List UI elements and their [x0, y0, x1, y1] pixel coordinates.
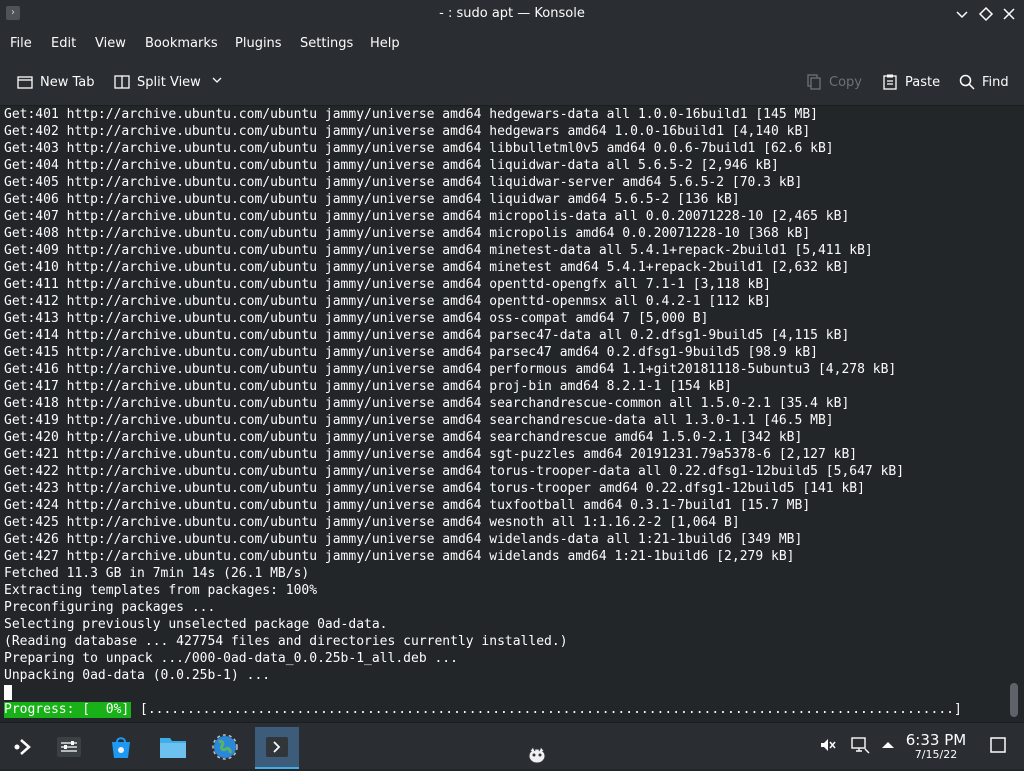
terminal-line: Get:415 http://archive.ubuntu.com/ubuntu…	[4, 345, 818, 360]
discover-store-icon[interactable]	[99, 727, 143, 767]
terminal-line: Get:410 http://archive.ubuntu.com/ubuntu…	[4, 260, 850, 275]
chevron-down-icon[interactable]	[211, 74, 223, 90]
paste-label: Paste	[905, 74, 941, 90]
split-view-button[interactable]: Split View	[113, 70, 223, 94]
menu-bar: File Edit View Bookmarks Plugins Setting…	[0, 29, 1024, 59]
minimize-icon[interactable]	[952, 4, 972, 24]
menu-settings[interactable]: Settings	[300, 36, 353, 51]
menu-help[interactable]: Help	[370, 36, 400, 51]
find-button[interactable]: Find	[958, 70, 1009, 94]
split-view-label: Split View	[137, 74, 201, 90]
terminal-line: Get:416 http://archive.ubuntu.com/ubuntu…	[4, 362, 897, 377]
terminal-line: Get:408 http://archive.ubuntu.com/ubuntu…	[4, 226, 811, 241]
menu-file[interactable]: File	[10, 36, 32, 51]
terminal-line: Get:423 http://archive.ubuntu.com/ubuntu…	[4, 481, 865, 496]
terminal-line: Get:422 http://archive.ubuntu.com/ubuntu…	[4, 464, 905, 479]
terminal-line: Get:420 http://archive.ubuntu.com/ubuntu…	[4, 430, 803, 445]
terminal-line: Get:412 http://archive.ubuntu.com/ubuntu…	[4, 294, 772, 309]
terminal-line: (Reading database ... 427754 files and d…	[4, 634, 568, 649]
search-icon	[958, 73, 976, 91]
menu-edit[interactable]: Edit	[51, 36, 76, 51]
terminal-line: Get:424 http://archive.ubuntu.com/ubuntu…	[4, 498, 811, 513]
file-manager-icon[interactable]	[151, 727, 195, 767]
menu-bookmarks[interactable]: Bookmarks	[145, 36, 218, 51]
terminal-line: Get:417 http://archive.ubuntu.com/ubuntu…	[4, 379, 732, 394]
copy-icon	[805, 73, 823, 91]
terminal-line: Preconfiguring packages ...	[4, 600, 216, 615]
split-view-icon	[113, 73, 131, 91]
terminal-line: Get:406 http://archive.ubuntu.com/ubuntu…	[4, 192, 740, 207]
konsole-icon[interactable]	[255, 727, 299, 769]
new-tab-button[interactable]: New Tab	[16, 70, 95, 94]
new-tab-icon	[16, 73, 34, 91]
terminal-line: Unpacking 0ad-data (0.0.25b-1) ...	[4, 668, 271, 683]
scrollbar-thumb[interactable]	[1010, 683, 1018, 717]
terminal-line: Selecting previously unselected package …	[4, 617, 388, 632]
system-settings-icon[interactable]	[47, 727, 91, 767]
app-launcher-icon[interactable]	[0, 727, 44, 767]
taskbar	[0, 722, 1024, 769]
terminal-line: Get:425 http://archive.ubuntu.com/ubuntu…	[4, 515, 740, 530]
terminal-line: Get:407 http://archive.ubuntu.com/ubuntu…	[4, 209, 850, 224]
terminal-line: Get:409 http://archive.ubuntu.com/ubuntu…	[4, 243, 873, 258]
clock-date[interactable]: 7/15/22	[900, 748, 972, 761]
window-title: - : sudo apt — Konsole	[439, 6, 585, 21]
terminal-area[interactable]: Get:401 http://archive.ubuntu.com/ubuntu…	[0, 106, 1006, 720]
terminal-line: Preparing to unpack .../000-0ad-data_0.0…	[4, 651, 458, 666]
find-label: Find	[982, 74, 1009, 90]
terminal-line: Get:418 http://archive.ubuntu.com/ubuntu…	[4, 396, 850, 411]
terminal-line: Get:413 http://archive.ubuntu.com/ubuntu…	[4, 311, 709, 326]
terminal-line: Get:402 http://archive.ubuntu.com/ubuntu…	[4, 124, 811, 139]
close-icon[interactable]	[999, 4, 1019, 24]
text-cursor	[4, 685, 12, 700]
new-tab-label: New Tab	[40, 74, 95, 90]
terminal-line: Get:403 http://archive.ubuntu.com/ubuntu…	[4, 141, 834, 156]
terminal-line: Get:411 http://archive.ubuntu.com/ubuntu…	[4, 277, 772, 292]
terminal-line: Get:427 http://archive.ubuntu.com/ubuntu…	[4, 549, 795, 564]
menu-plugins[interactable]: Plugins	[235, 36, 282, 51]
expand-tray-icon[interactable]	[878, 735, 898, 755]
maximize-icon[interactable]	[976, 4, 996, 24]
terminal-line: Get:414 http://archive.ubuntu.com/ubuntu…	[4, 328, 850, 343]
paste-icon	[881, 73, 899, 91]
web-browser-icon[interactable]	[203, 727, 247, 767]
terminal-line: Get:405 http://archive.ubuntu.com/ubuntu…	[4, 175, 803, 190]
terminal-line: Get:401 http://archive.ubuntu.com/ubuntu…	[4, 107, 818, 122]
terminal-line: Get:421 http://archive.ubuntu.com/ubuntu…	[4, 447, 858, 462]
progress-label: Progress: [ 0%]	[4, 702, 132, 718]
title-bar: › - : sudo apt — Konsole	[0, 0, 1024, 29]
terminal-line: Fetched 11.3 GB in 7min 14s (26.1 MB/s)	[4, 566, 310, 581]
clock-time[interactable]: 6:33 PM	[900, 731, 972, 749]
paste-button[interactable]: Paste	[881, 70, 940, 94]
progress-bar: [.......................................…	[140, 702, 962, 717]
mute-icon[interactable]	[818, 735, 838, 755]
terminal-line: Get:426 http://archive.ubuntu.com/ubuntu…	[4, 532, 803, 547]
terminal-line: Extracting templates from packages: 100%	[4, 583, 318, 598]
network-icon[interactable]	[850, 735, 870, 755]
terminal-line: Get:419 http://archive.ubuntu.com/ubuntu…	[4, 413, 834, 428]
toolbar: New Tab Split View Copy Paste Find	[0, 59, 1024, 106]
show-desktop-icon[interactable]	[988, 735, 1008, 755]
mascot-icon	[526, 743, 546, 764]
copy-button[interactable]: Copy	[805, 70, 862, 94]
scrollbar-track[interactable]	[1006, 106, 1024, 720]
copy-label: Copy	[829, 74, 862, 90]
menu-view[interactable]: View	[95, 36, 126, 51]
terminal-line: Get:404 http://archive.ubuntu.com/ubuntu…	[4, 158, 779, 173]
